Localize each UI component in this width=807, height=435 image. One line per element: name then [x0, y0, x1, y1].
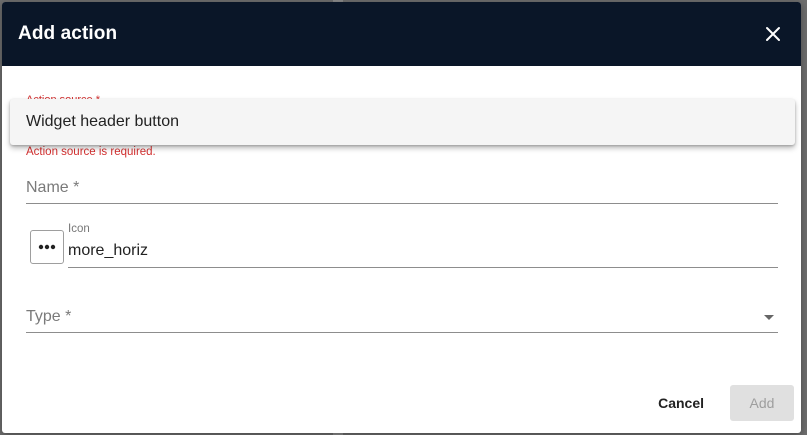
dialog-actions: Cancel Add [654, 385, 794, 421]
dialog-content: Action source * Widget header button Act… [2, 66, 801, 433]
icon-picker-button[interactable] [30, 230, 64, 264]
dialog-title: Add action [18, 23, 118, 44]
type-select[interactable]: Type * [26, 302, 778, 333]
cancel-button[interactable]: Cancel [654, 387, 708, 419]
name-input[interactable]: Name * [26, 173, 778, 204]
type-placeholder: Type * [26, 308, 72, 325]
more-horiz-icon [38, 244, 56, 250]
close-button[interactable] [761, 22, 785, 46]
chevron-down-icon [764, 315, 774, 320]
icon-field-label: Icon [68, 223, 90, 235]
dropdown-option-widget-header-button[interactable]: Widget header button [10, 113, 795, 131]
action-source-dropdown[interactable]: Widget header button [10, 99, 795, 145]
add-button[interactable]: Add [730, 385, 794, 421]
icon-input[interactable]: Icon more_horiz [68, 223, 778, 268]
name-placeholder: Name * [26, 179, 80, 196]
close-icon [766, 27, 780, 41]
icon-field-value: more_horiz [68, 242, 149, 259]
add-action-dialog: Add action Action source * Widget header… [2, 2, 801, 433]
dialog-header: Add action [2, 2, 801, 66]
action-source-error: Action source is required. [26, 146, 156, 158]
